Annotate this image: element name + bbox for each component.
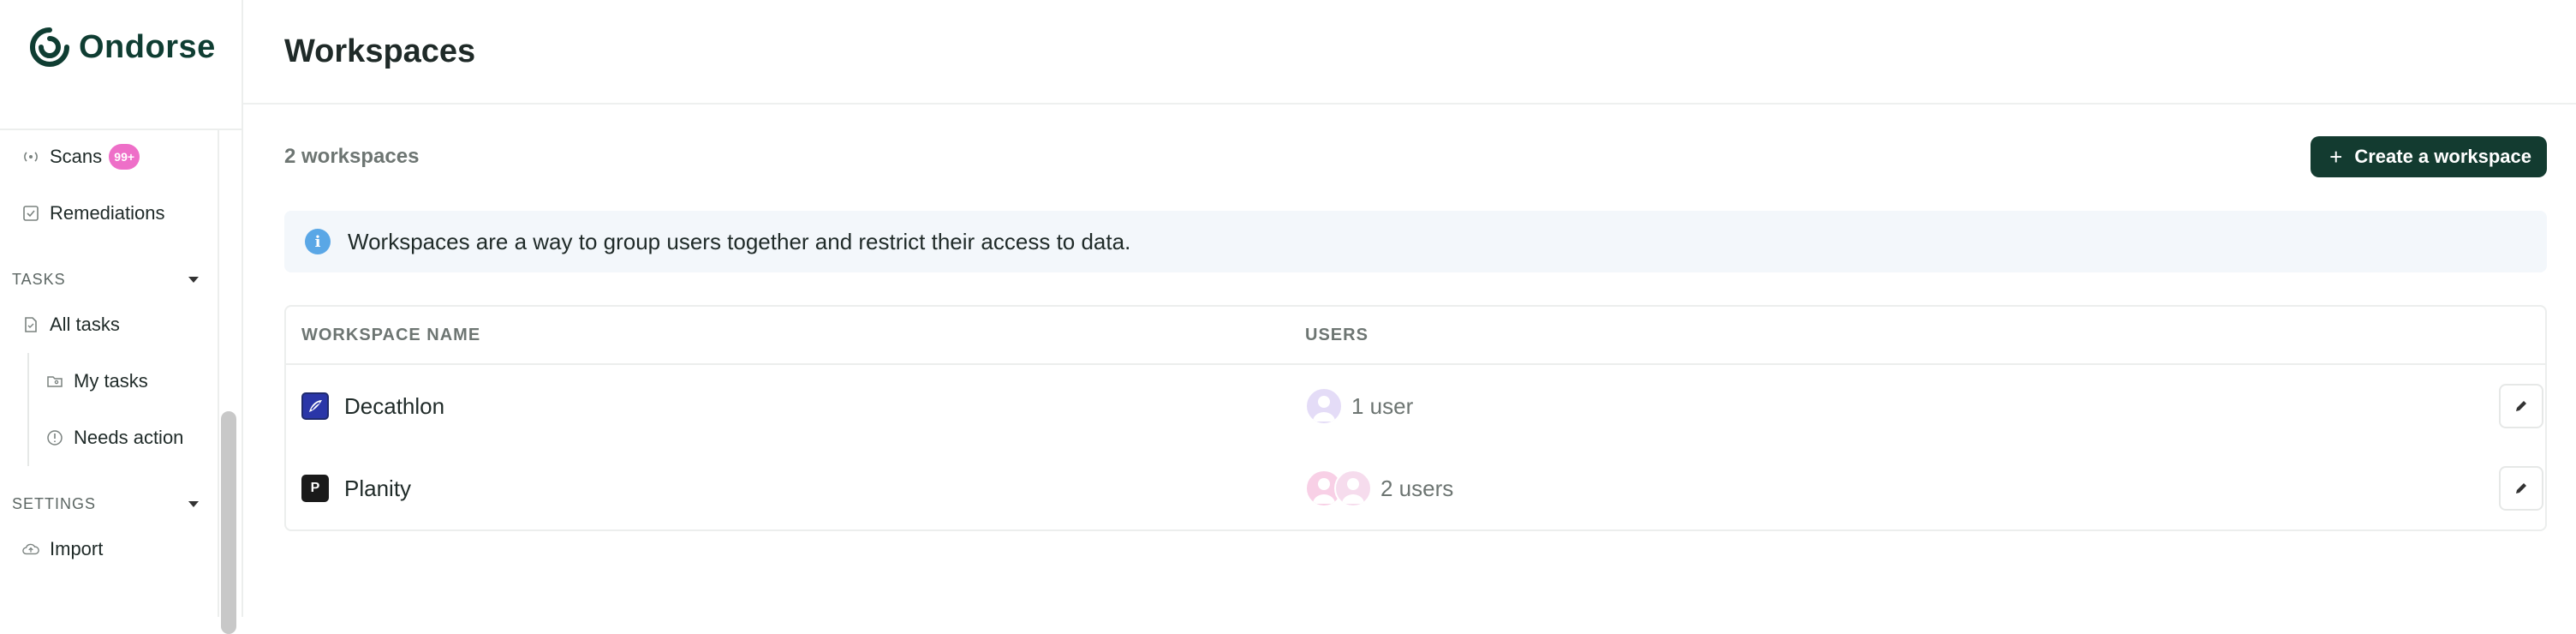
caret-down-icon [188, 276, 199, 283]
planity-logo-icon: P [301, 475, 329, 502]
workspace-name: Planity [344, 475, 412, 501]
workspaces-panel: 2 workspaces + Create a workspace i Work… [243, 105, 2576, 531]
app-root: Ondorse Scans 99+ Remediations TASKS All… [0, 0, 2576, 634]
sidebar-item-label: Scans [50, 146, 103, 167]
sidebar-scroll-track [218, 129, 219, 617]
broadcast-icon [22, 148, 39, 165]
sidebar-item-label: Remediations [50, 202, 165, 224]
sidebar: Ondorse Scans 99+ Remediations TASKS All… [0, 0, 243, 634]
edit-workspace-button[interactable] [2499, 466, 2543, 511]
table-row[interactable]: Decathlon 1 user [286, 365, 2545, 447]
sidebar-item-remediations[interactable]: Remediations [0, 185, 218, 242]
sidebar-item-my-tasks[interactable]: My tasks [29, 353, 218, 410]
toolbar: 2 workspaces + Create a workspace [284, 105, 2547, 209]
workspace-name-cell: P Planity [286, 475, 1305, 502]
sidebar-item-label: Import [50, 538, 104, 559]
alert-circle-icon [46, 429, 63, 446]
main-content: Workspaces 2 workspaces + Create a works… [243, 0, 2576, 617]
sidebar-item-label: My tasks [74, 370, 148, 392]
column-header-name: WORKSPACE NAME [301, 325, 481, 344]
plus-icon: + [2329, 143, 2343, 170]
sidebar-item-label: All tasks [50, 314, 120, 335]
pencil-icon [2516, 401, 2526, 411]
workspaces-table: WORKSPACE NAME USERS Decathlon 1 user P … [284, 305, 2547, 531]
section-title: SETTINGS [12, 494, 97, 512]
scans-count-badge: 99+ [109, 144, 140, 170]
sidebar-item-import[interactable]: Import [0, 521, 218, 577]
sidebar-scrollbar[interactable] [221, 411, 236, 634]
brand[interactable]: Ondorse [0, 0, 242, 94]
ondorse-logo-icon [30, 27, 69, 67]
caret-down-icon [188, 500, 199, 507]
table-row[interactable]: P Planity 2 users [286, 447, 2545, 529]
workspace-name: Decathlon [344, 392, 445, 419]
sidebar-item-scans[interactable]: Scans 99+ [0, 129, 218, 185]
workspace-users-cell: 1 user [1305, 387, 2499, 425]
sidebar-nav: Scans 99+ Remediations TASKS All tasks M… [0, 129, 218, 577]
users-count: 1 user [1351, 392, 1414, 419]
create-workspace-label: Create a workspace [2354, 146, 2531, 167]
folder-user-icon [46, 373, 63, 390]
page-title: Workspaces [284, 33, 476, 69]
document-icon [22, 316, 39, 333]
user-avatar [1305, 387, 1343, 425]
decathlon-logo-icon [301, 392, 329, 420]
workspace-users-cell: 2 users [1305, 470, 2499, 507]
info-banner: i Workspaces are a way to group users to… [284, 211, 2547, 272]
create-workspace-button[interactable]: + Create a workspace [2311, 136, 2547, 177]
users-count: 2 users [1380, 475, 1454, 501]
tasks-sub-group: My tasks Needs action [27, 353, 218, 466]
sidebar-item-label: Needs action [74, 427, 184, 448]
workspace-name-cell: Decathlon [286, 392, 1305, 420]
checkbox-icon [22, 205, 39, 222]
cloud-upload-icon [22, 541, 39, 558]
brand-name: Ondorse [79, 28, 216, 65]
page-header: Workspaces [243, 0, 2576, 105]
info-text: Workspaces are a way to group users toge… [348, 228, 1131, 254]
column-header-users: USERS [1305, 325, 1368, 344]
table-header: WORKSPACE NAME USERS [286, 307, 2545, 365]
pencil-icon [2516, 483, 2526, 493]
workspace-count: 2 workspaces [284, 145, 420, 168]
user-avatar [1334, 470, 1372, 507]
settings-section-header[interactable]: SETTINGS [0, 487, 218, 521]
tasks-section-header[interactable]: TASKS [0, 262, 218, 296]
edit-workspace-button[interactable] [2499, 384, 2543, 428]
sidebar-item-all-tasks[interactable]: All tasks [0, 296, 218, 353]
info-icon: i [305, 229, 331, 254]
sidebar-item-needs-action[interactable]: Needs action [29, 410, 218, 466]
section-title: TASKS [12, 270, 66, 288]
